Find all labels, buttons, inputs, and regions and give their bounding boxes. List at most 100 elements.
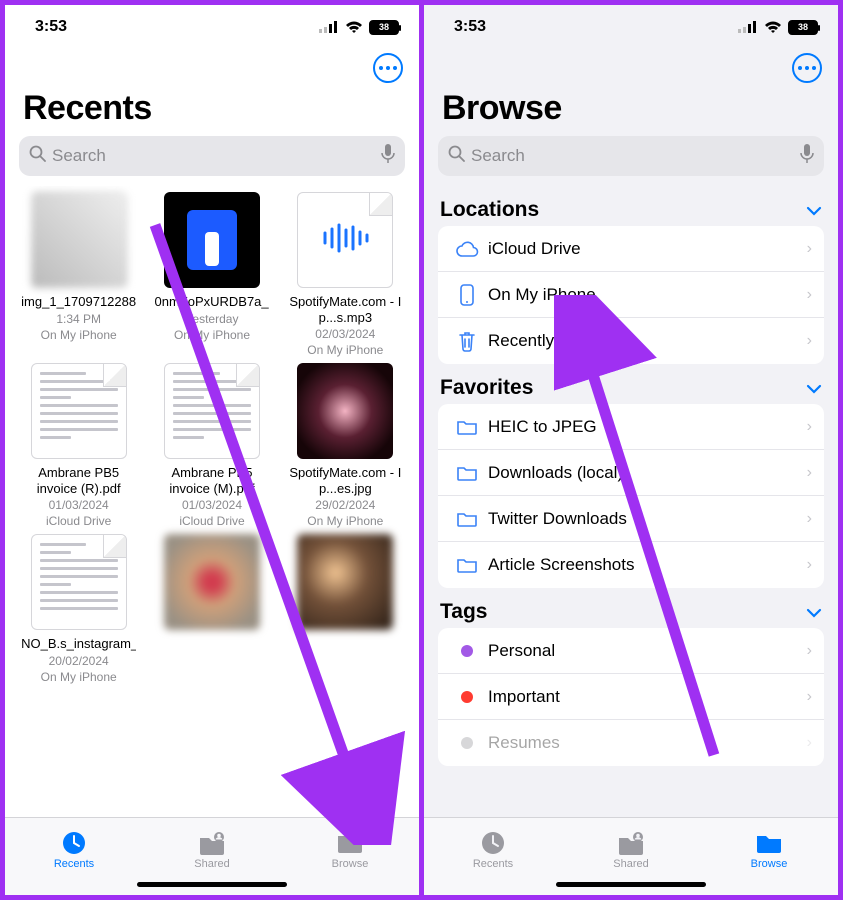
tab-shared[interactable]: Shared [562,818,700,882]
page-title: Browse [424,83,838,136]
status-time: 3:53 [454,18,486,36]
file-location: iCloud Drive [46,514,111,528]
file-item[interactable]: Ambrane PB5 invoice (R).pdf 01/03/2024 i… [15,363,142,528]
audio-wave-icon [320,223,370,258]
file-thumbnail [31,534,127,630]
wifi-icon [764,21,782,34]
file-item[interactable]: Ambrane PB5 invoice (M).pdf 01/03/2024 i… [148,363,275,528]
row-label: Downloads (local) [482,463,807,483]
chevron-down-icon [806,600,822,624]
section-header-tags[interactable]: Tags [424,588,838,628]
tab-bar: Recents Shared Browse [424,817,838,895]
ellipsis-icon [798,66,816,70]
chevron-right-icon: › [807,734,812,752]
location-icloud-drive[interactable]: iCloud Drive › [438,226,824,272]
home-indicator[interactable] [556,882,706,887]
file-time: Yesterday [186,312,239,326]
folder-icon [452,464,482,482]
file-thumbnail [297,534,393,630]
chevron-right-icon: › [807,642,812,660]
file-thumbnail [31,192,127,288]
file-item[interactable]: SpotifyMate.com - I p...es.jpg 29/02/202… [282,363,409,528]
file-thumbnail [164,192,260,288]
tag-important[interactable]: Important › [438,674,824,720]
folder-icon [452,556,482,574]
file-item[interactable] [148,534,275,684]
recents-icon [478,830,508,856]
file-thumbnail [164,363,260,459]
file-item[interactable]: NO_B.s_instagram_o...e_.pdf 20/02/2024 O… [15,534,142,684]
home-indicator[interactable] [137,882,287,887]
chevron-right-icon: › [807,286,812,304]
chevron-right-icon: › [807,418,812,436]
file-time: 20/02/2024 [49,654,109,668]
shared-icon [616,830,646,856]
location-on-my-iphone[interactable]: On My iPhone › [438,272,824,318]
section-header-favorites[interactable]: Favorites [424,364,838,404]
tab-recents[interactable]: Recents [5,818,143,882]
file-item[interactable]: img_1_1709712288877.jpg 1:34 PM On My iP… [15,192,142,357]
favorite-heic-to-jpeg[interactable]: HEIC to JPEG › [438,404,824,450]
row-label: On My iPhone [482,285,807,305]
tab-browse[interactable]: Browse [700,818,838,882]
file-name: Ambrane PB5 invoice (M).pdf [154,465,269,496]
tab-label: Recents [54,858,94,870]
mic-icon[interactable] [800,144,814,169]
file-item[interactable]: SpotifyMate.com - I p...s.mp3 02/03/2024… [282,192,409,357]
file-location: On My iPhone [41,328,117,342]
tab-shared[interactable]: Shared [143,818,281,882]
file-name: SpotifyMate.com - I p...s.mp3 [288,294,403,325]
battery-icon: 38 [788,20,818,35]
row-label: HEIC to JPEG [482,417,807,437]
mic-icon[interactable] [381,144,395,169]
status-time: 3:53 [35,18,67,36]
section-header-locations[interactable]: Locations [424,186,838,226]
favorite-twitter-downloads[interactable]: Twitter Downloads › [438,496,824,542]
file-time: 01/03/2024 [182,498,242,512]
file-location: On My iPhone [307,343,383,357]
chevron-right-icon: › [807,464,812,482]
row-label: Article Screenshots [482,555,807,575]
tab-label: Shared [613,858,648,870]
chevron-right-icon: › [807,510,812,528]
favorite-article-screenshots[interactable]: Article Screenshots › [438,542,824,588]
file-item[interactable] [282,534,409,684]
tag-dot-icon [452,691,482,703]
chevron-right-icon: › [807,688,812,706]
search-placeholder: Search [52,146,381,166]
tab-label: Recents [473,858,513,870]
file-time: 29/02/2024 [315,498,375,512]
chevron-right-icon: › [807,332,812,350]
file-item[interactable]: 0nmFoPxURDB7a_ra.mp4 Yesterday On My iPh… [148,192,275,357]
file-time: 02/03/2024 [315,327,375,341]
tab-label: Browse [332,858,369,870]
location-recently-deleted[interactable]: Recently Deleted › [438,318,824,364]
more-button[interactable] [373,53,403,83]
file-location: iCloud Drive [179,514,244,528]
recents-screen: 3:53 38 Recents Search [5,5,419,895]
status-bar: 3:53 38 [424,5,838,49]
recents-icon [59,830,89,856]
tag-resumes[interactable]: Resumes › [438,720,824,766]
row-label: Personal [482,641,807,661]
cellular-icon [319,21,339,33]
chevron-down-icon [806,198,822,222]
tab-recents[interactable]: Recents [424,818,562,882]
file-name: NO_B.s_instagram_o...e_.pdf [21,636,136,652]
tab-label: Shared [194,858,229,870]
file-location: On My iPhone [307,514,383,528]
search-input[interactable]: Search [438,136,824,176]
iphone-icon [452,284,482,306]
favorite-downloads-local[interactable]: Downloads (local) › [438,450,824,496]
search-input[interactable]: Search [19,136,405,176]
file-thumbnail [297,363,393,459]
cellular-icon [738,21,758,33]
file-time: 01/03/2024 [49,498,109,512]
tab-browse[interactable]: Browse [281,818,419,882]
tag-personal[interactable]: Personal › [438,628,824,674]
folder-icon [452,418,482,436]
row-label: Important [482,687,807,707]
search-icon [29,145,46,167]
more-button[interactable] [792,53,822,83]
file-time: 1:34 PM [56,312,101,326]
